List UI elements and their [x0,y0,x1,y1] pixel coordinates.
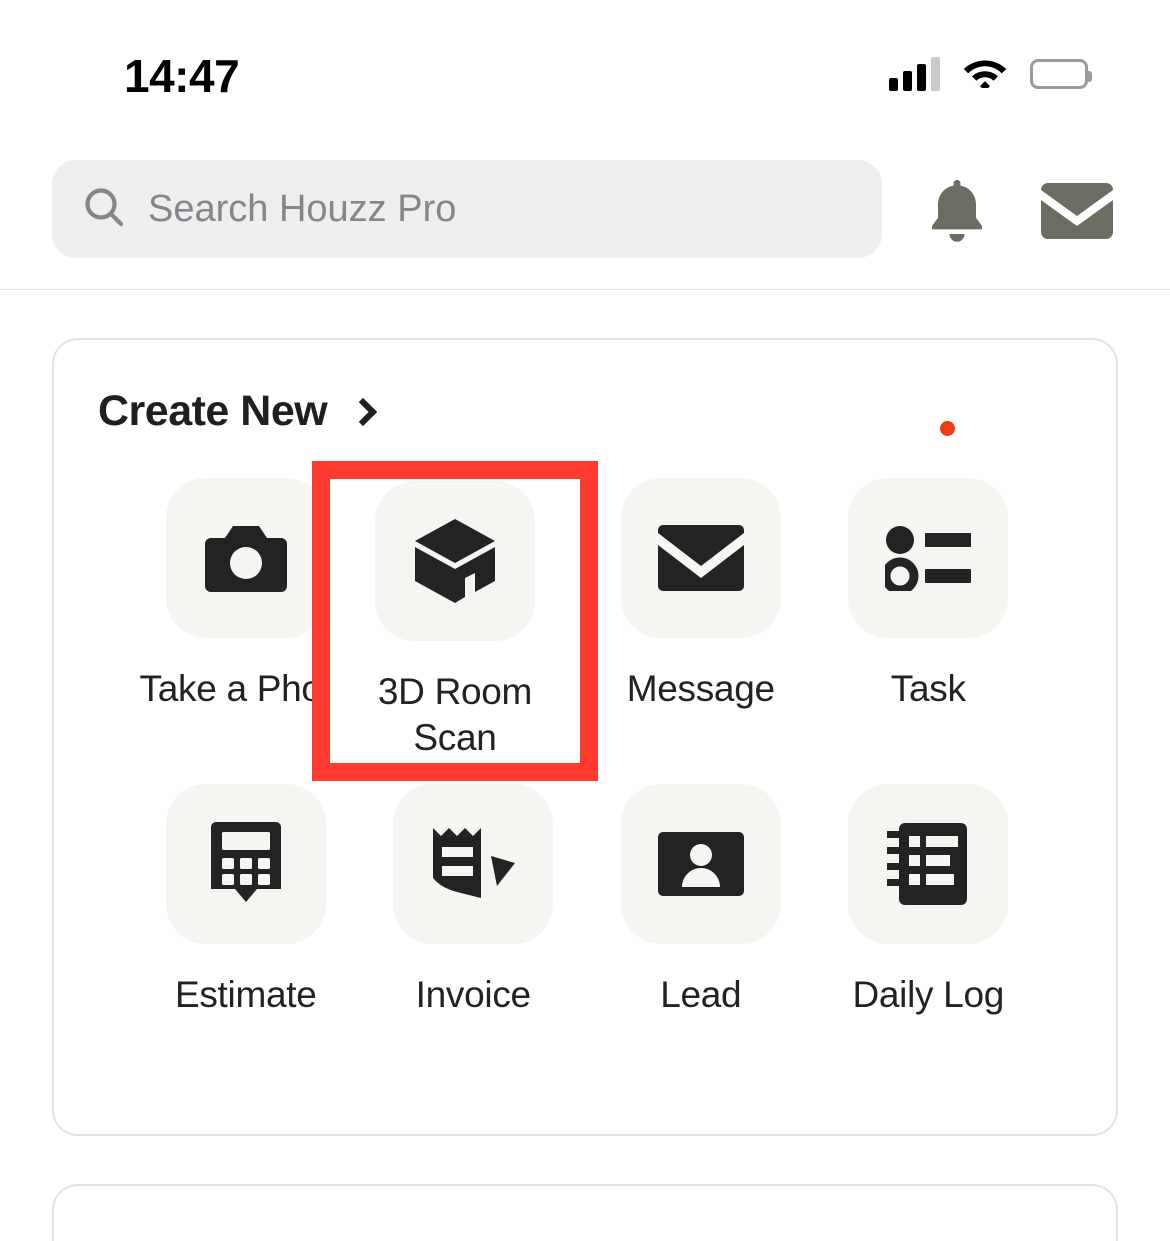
envelope-icon[interactable] [1040,182,1114,240]
create-new-title: Create New [98,387,328,435]
status-time: 14:47 [124,50,240,102]
app-screen: 14:47 Search Houzz Pro Create New Take a… [0,0,1170,1241]
top-bar: Search Houzz Pro [0,128,1170,290]
camera-icon [165,478,326,638]
tile-estimate[interactable]: Estimate [132,784,360,1018]
tile-label: Estimate [174,974,317,1015]
tile-daily-log[interactable]: Daily Log [815,784,1043,1018]
status-bar: 14:47 [0,0,1170,128]
tile-label: Message [626,668,775,709]
tile-label: Task [890,668,966,709]
highlighted-tile-3d-room-scan[interactable]: 3D Room Scan [330,479,580,763]
create-new-header[interactable]: Create New [98,387,378,435]
tile-invoice[interactable]: Invoice [360,784,588,1018]
contact-card-icon [620,784,781,944]
tile-label: Take a Photo [139,668,353,709]
status-indicators [889,54,1092,93]
top-bar-actions [926,176,1114,246]
tile-label: 3D Room Scan [377,671,533,758]
tile-take-a-photo[interactable]: Take a Photo [132,478,360,758]
task-list-icon [848,478,1009,638]
bell-icon[interactable] [926,176,988,246]
envelope-icon [620,478,781,638]
tile-lead[interactable]: Lead [587,784,815,1018]
receipt-icon [393,784,554,944]
calculator-icon [165,784,326,944]
create-new-grid: Take a Photo 3D Room Scan [132,478,1042,1018]
next-card[interactable] [52,1184,1118,1241]
search-placeholder: Search Houzz Pro [148,188,457,230]
create-new-card: Create New Take a Photo Message Task Est… [52,338,1118,1136]
cube-3d-icon [375,481,535,641]
chevron-right-icon[interactable] [349,397,378,427]
cellular-signal-icon [889,56,940,91]
wifi-icon [962,54,1008,93]
tile-task[interactable]: Task [815,478,1043,758]
search-input[interactable]: Search Houzz Pro [52,160,882,258]
tile-label: Lead [660,974,742,1015]
notebook-icon [848,784,1009,944]
status-badge [940,421,955,436]
tile-label: Daily Log [852,974,1005,1015]
search-icon [82,185,126,234]
battery-full-icon [1030,58,1092,89]
tile-message[interactable]: Message [587,478,815,758]
tile-label: Invoice [415,974,531,1015]
